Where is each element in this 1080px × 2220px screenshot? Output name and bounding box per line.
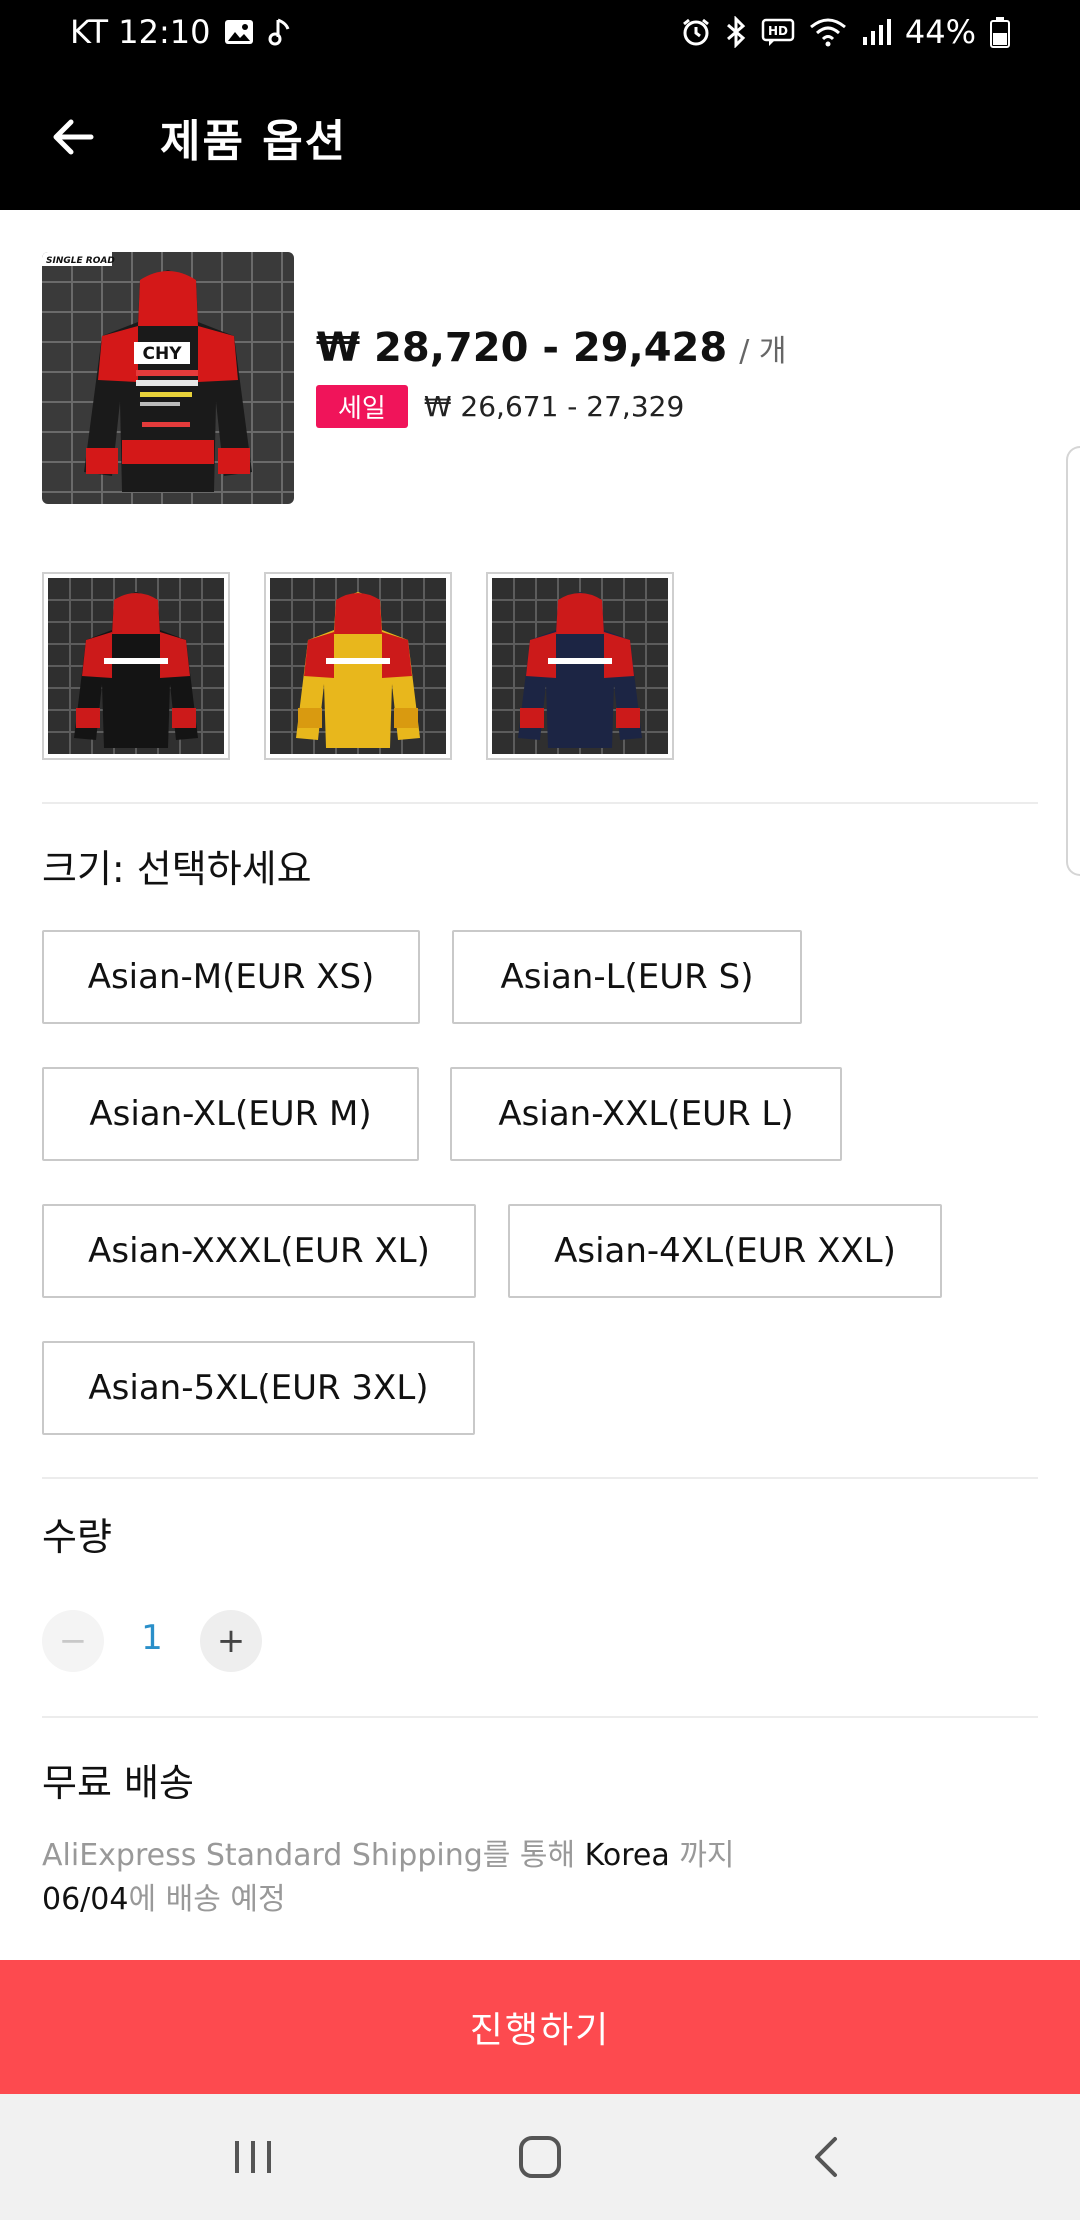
image-icon [224, 19, 254, 45]
divider [42, 1716, 1038, 1718]
back-nav-button[interactable] [782, 2112, 872, 2202]
price-row: ₩ 28,720 - 29,428 / 개 [316, 325, 786, 371]
delivery-suffix: 에 배송 예정 [128, 1882, 286, 1917]
edge-panel-handle[interactable] [1066, 446, 1080, 876]
back-button[interactable] [36, 100, 110, 174]
page-title: 제품 옵션 [160, 116, 348, 167]
status-bar: KT 12:10 HD 44% [0, 0, 1080, 64]
size-option-asian-xxl[interactable]: Asian-XXL(EUR L) [450, 1067, 842, 1161]
size-option-asian-m[interactable]: Asian-M(EUR XS) [42, 930, 420, 1024]
size-option-asian-4xl[interactable]: Asian-4XL(EUR XXL) [508, 1204, 942, 1298]
size-option-asian-xl[interactable]: Asian-XL(EUR M) [42, 1067, 419, 1161]
recent-apps-icon [235, 2141, 272, 2173]
price-range: ₩ 28,720 - 29,428 [316, 325, 728, 371]
carrier-time: KT 12:10 [70, 13, 211, 51]
sale-row: 세일 ₩ 26,671 - 27,329 [316, 385, 786, 428]
shipping-method-line: AliExpress Standard Shipping를 통해 Korea 까… [42, 1830, 734, 1874]
price-block: ₩ 28,720 - 29,428 / 개 세일 ₩ 26,671 - 27,3… [316, 325, 786, 428]
arrow-left-icon [53, 119, 94, 155]
quantity-value: 1 [141, 1618, 163, 1658]
sale-price-range: ₩ 26,671 - 27,329 [423, 390, 685, 423]
divider [42, 802, 1038, 804]
color-option-navy-red[interactable] [486, 572, 674, 760]
status-right: HD 44% [681, 13, 1010, 51]
size-option-asian-5xl[interactable]: Asian-5XL(EUR 3XL) [42, 1341, 475, 1435]
shipping-to: 까지 [679, 1838, 735, 1873]
signal-icon [861, 17, 891, 47]
battery-icon [990, 16, 1010, 48]
system-nav-bar [0, 2094, 1080, 2220]
delivery-date: 06/04 [42, 1882, 129, 1917]
shipping-date-line: 06/04에 배송 예정 [42, 1874, 286, 1918]
shipping-via: 를 통해 [482, 1838, 576, 1873]
alarm-icon [681, 17, 711, 47]
color-thumbnails [42, 572, 674, 760]
app-bar: 제품 옵션 [0, 64, 1080, 210]
product-image[interactable]: CHY SINGLE ROAD [42, 252, 294, 504]
svg-text:CHY: CHY [142, 344, 182, 364]
shipping-destination: Korea [584, 1838, 670, 1873]
size-option-asian-xxxl[interactable]: Asian-XXXL(EUR XL) [42, 1204, 476, 1298]
shipping-service: AliExpress Standard Shipping [42, 1838, 483, 1873]
svg-text:SINGLE ROAD: SINGLE ROAD [46, 256, 115, 266]
back-nav-icon [814, 2137, 837, 2177]
svg-text:HD: HD [768, 24, 788, 38]
quantity-label: 수량 [42, 1515, 112, 1559]
home-icon [518, 2136, 561, 2178]
quantity-decrease-button[interactable]: − [42, 1610, 104, 1672]
color-option-black-red[interactable] [42, 572, 230, 760]
hd-voice-icon: HD [761, 17, 795, 47]
wifi-icon [809, 17, 847, 47]
size-option-asian-l[interactable]: Asian-L(EUR S) [452, 930, 802, 1024]
sale-badge: 세일 [316, 385, 408, 428]
proceed-button[interactable]: 진행하기 [0, 1960, 1080, 2094]
recent-apps-button[interactable] [208, 2112, 298, 2202]
home-button[interactable] [495, 2112, 585, 2202]
status-left: KT 12:10 [70, 13, 292, 51]
size-label: 크기: 선택하세요 [42, 847, 312, 891]
battery-percent: 44% [904, 13, 976, 51]
price-unit: / 개 [739, 334, 787, 369]
quantity-increase-button[interactable]: + [200, 1610, 262, 1672]
bluetooth-icon [725, 16, 747, 48]
shipping-title: 무료 배송 [42, 1761, 194, 1805]
color-option-yellow[interactable] [264, 572, 452, 760]
music-note-icon [268, 17, 292, 47]
divider [42, 1477, 1038, 1479]
